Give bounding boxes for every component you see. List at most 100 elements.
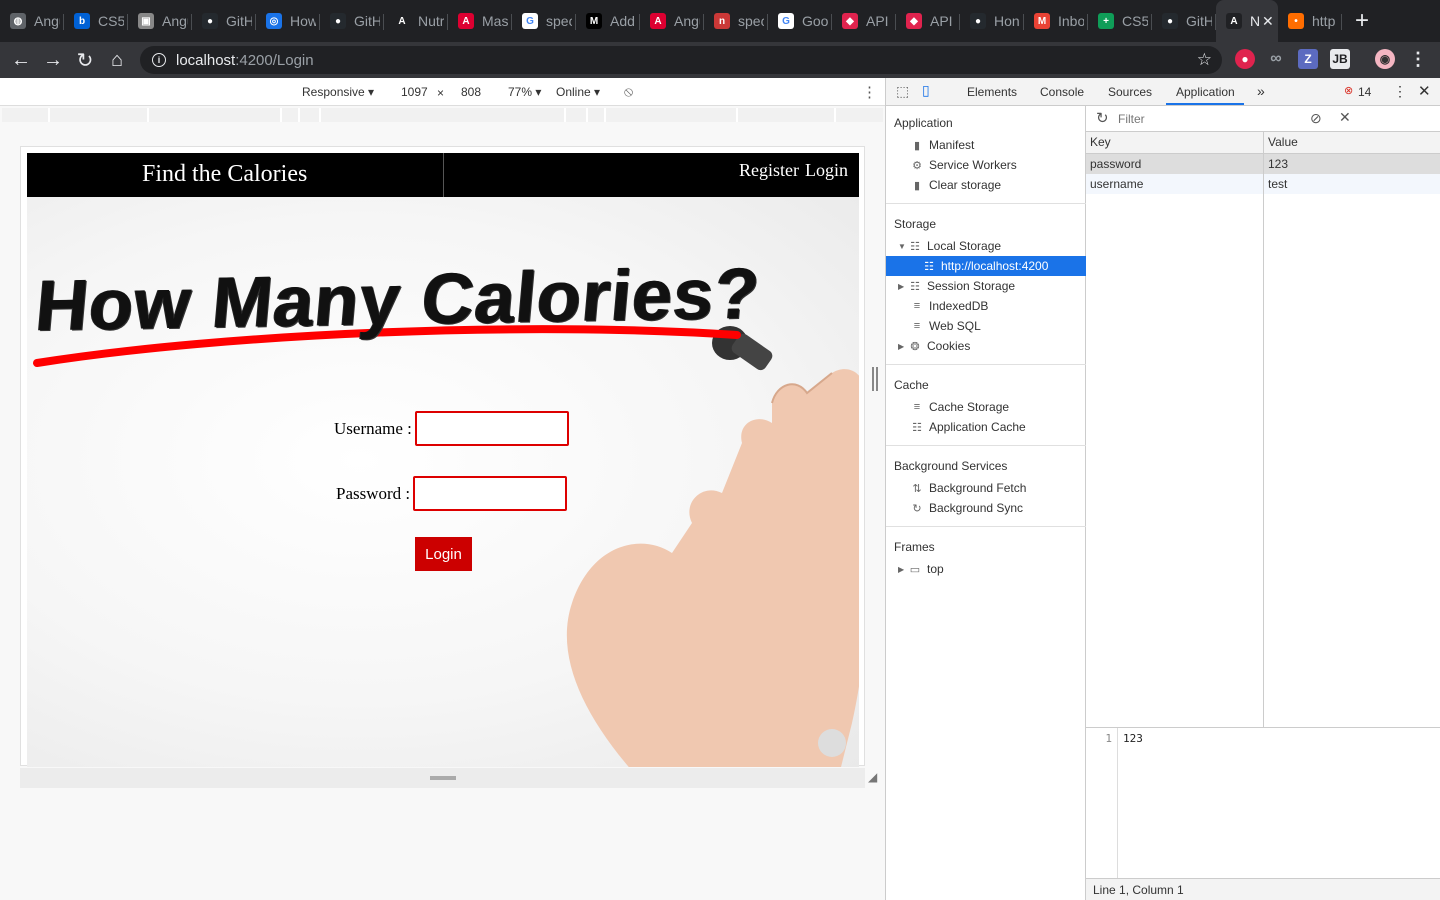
bookmark-star-icon[interactable]: ☆ — [1197, 50, 1212, 70]
refresh-icon[interactable]: ↻ — [1096, 109, 1109, 127]
close-devtools-icon[interactable]: ✕ — [1418, 82, 1431, 100]
close-tab-icon[interactable]: ✕ — [1262, 13, 1274, 30]
sidebar-item-indexeddb[interactable]: ≡ IndexedDB — [886, 296, 1086, 316]
tab-sources[interactable]: Sources — [1108, 85, 1152, 99]
sidebar-item-top-frame[interactable]: ▶ ▭ top — [886, 559, 1086, 579]
panel-splitter[interactable] — [872, 367, 878, 391]
tab-elements[interactable]: Elements — [967, 85, 1017, 99]
viewport-resize-bar[interactable] — [20, 768, 865, 788]
browser-tab[interactable]: ● GitH — [320, 0, 384, 42]
browser-tab[interactable]: M Add — [576, 0, 640, 42]
jb-extension-icon[interactable]: JB — [1330, 49, 1350, 69]
inspect-element-icon[interactable]: ⬚ — [896, 83, 909, 100]
browser-tab[interactable]: nspec — [704, 0, 768, 42]
browser-tab[interactable]: A Angu — [640, 0, 704, 42]
browser-tab[interactable]: + CS5 — [1088, 0, 1152, 42]
device-height-input[interactable]: 808 — [461, 85, 481, 99]
nest-icon: ◆ — [906, 13, 922, 29]
network-throttle-select[interactable]: Online ▾ — [556, 85, 600, 99]
sidebar-item-application-cache[interactable]: ☷ Application Cache — [886, 417, 1086, 437]
column-key[interactable]: Key — [1090, 135, 1111, 149]
media-query-ruler[interactable] — [2, 108, 883, 122]
filter-input[interactable] — [1118, 109, 1290, 129]
password-input[interactable] — [413, 476, 567, 511]
delete-selected-icon[interactable]: ✕ — [1339, 109, 1351, 126]
clear-all-icon[interactable]: ⊘ — [1310, 110, 1322, 127]
sidebar-item-localhost-origin[interactable]: ☷ http://localhost:4200 — [886, 256, 1086, 276]
sidebar-item-cache-storage[interactable]: ≡ Cache Storage — [886, 397, 1086, 417]
browser-tab[interactable]: ▣ Angu — [128, 0, 192, 42]
table-grid-icon: ☷ — [910, 240, 920, 253]
collapsed-triangle-icon[interactable]: ▶ — [898, 565, 908, 574]
z-extension-icon[interactable]: Z — [1298, 49, 1318, 69]
browser-tab[interactable]: A Nutr — [384, 0, 448, 42]
collapsed-triangle-icon[interactable]: ▶ — [898, 342, 908, 351]
more-tabs-icon[interactable]: » — [1257, 83, 1265, 99]
nav-register-link[interactable]: Register — [739, 160, 799, 181]
new-tab-button[interactable]: + — [1342, 0, 1382, 42]
infinity-extension-icon[interactable]: ∞ — [1266, 49, 1286, 69]
sidebar-item-service-workers[interactable]: ⚙ Service Workers — [886, 155, 1086, 175]
browser-tab[interactable]: ◎ How — [256, 0, 320, 42]
site-info-icon[interactable]: i — [152, 53, 166, 67]
dots-icon: • — [1288, 13, 1304, 29]
error-badge-icon[interactable]: ⊗ — [1344, 84, 1353, 97]
sidebar-item-background-sync[interactable]: ↻ Background Sync — [886, 498, 1086, 518]
browser-tab[interactable]: ● GitH — [192, 0, 256, 42]
browser-tab-label: N — [1250, 13, 1260, 29]
device-more-icon[interactable]: ⋮ — [862, 83, 877, 101]
browser-tab[interactable]: A N ✕ — [1216, 0, 1278, 42]
browser-tab[interactable]: M Inbo — [1024, 0, 1088, 42]
column-divider[interactable] — [1263, 132, 1264, 728]
devtools-tabbar: ⬚ ▯ Elements Console Sources Application… — [886, 78, 1440, 106]
browser-tab-label: Hon — [994, 13, 1020, 29]
browser-tab[interactable]: • http — [1278, 0, 1342, 42]
sidebar-item-label: Cookies — [927, 339, 971, 353]
github-icon: ● — [1162, 13, 1178, 29]
menu-kebab-icon[interactable]: ⋮ — [1408, 49, 1428, 69]
preview-value[interactable]: 123 — [1123, 732, 1143, 745]
username-input[interactable] — [415, 411, 569, 446]
browser-tab[interactable]: ◆ API — [896, 0, 960, 42]
error-count[interactable]: 14 — [1358, 85, 1371, 99]
home-button[interactable]: ⌂ — [101, 44, 133, 76]
devtools-menu-icon[interactable]: ⋮ — [1393, 83, 1407, 100]
browser-tab[interactable]: b CS5 — [64, 0, 128, 42]
expanded-triangle-icon[interactable]: ▼ — [898, 242, 908, 251]
resize-grip-icon[interactable] — [430, 776, 456, 780]
device-toggle-icon[interactable]: ▯ — [922, 82, 930, 99]
browser-tab[interactable]: ● Hon — [960, 0, 1024, 42]
browser-tab[interactable]: G Goo — [768, 0, 832, 42]
site-brand[interactable]: Find the Calories — [142, 161, 307, 188]
tab-console[interactable]: Console — [1040, 85, 1084, 99]
rotate-icon[interactable]: ⦸ — [624, 83, 633, 100]
browser-tab[interactable]: ◍ Angu — [0, 0, 64, 42]
device-width-input[interactable]: 1097 — [401, 85, 428, 99]
sidebar-item-background-fetch[interactable]: ⇅ Background Fetch — [886, 478, 1086, 498]
reload-button[interactable]: ↻ — [69, 44, 101, 76]
back-button[interactable]: ← — [5, 44, 37, 76]
sidebar-item-web-sql[interactable]: ≡ Web SQL — [886, 316, 1086, 336]
sidebar-item-cookies[interactable]: ▶ ❂ Cookies — [886, 336, 1086, 356]
browser-tab[interactable]: A Mas — [448, 0, 512, 42]
browser-toolbar: ← → ↻ ⌂ i localhost:4200/Login ☆ ● ∞ Z J… — [0, 42, 1440, 78]
device-mode-select[interactable]: Responsive ▾ — [302, 85, 374, 99]
profile-avatar[interactable]: ◉ — [1375, 49, 1395, 69]
forward-button[interactable]: → — [37, 44, 69, 76]
collapsed-triangle-icon[interactable]: ▶ — [898, 282, 908, 291]
sidebar-item-manifest[interactable]: ▮ Manifest — [886, 135, 1086, 155]
sidebar-item-session-storage[interactable]: ▶ ☷ Session Storage — [886, 276, 1086, 296]
browser-tab[interactable]: ◆ API — [832, 0, 896, 42]
corner-resize-icon[interactable]: ◢ — [868, 770, 877, 784]
zoom-select[interactable]: 77% ▾ — [508, 85, 541, 99]
login-button[interactable]: Login — [415, 537, 472, 571]
column-value[interactable]: Value — [1268, 135, 1298, 149]
browser-tab[interactable]: ● GitH — [1152, 0, 1216, 42]
sidebar-item-local-storage[interactable]: ▼ ☷ Local Storage — [886, 236, 1086, 256]
address-bar[interactable]: i localhost:4200/Login ☆ — [140, 46, 1222, 74]
adblock-extension-icon[interactable]: ● — [1235, 49, 1255, 69]
nav-login-link[interactable]: Login — [805, 160, 848, 181]
sidebar-item-clear-storage[interactable]: ▮ Clear storage — [886, 175, 1086, 195]
browser-tab[interactable]: Gspec — [512, 0, 576, 42]
tab-application[interactable]: Application — [1176, 85, 1235, 99]
